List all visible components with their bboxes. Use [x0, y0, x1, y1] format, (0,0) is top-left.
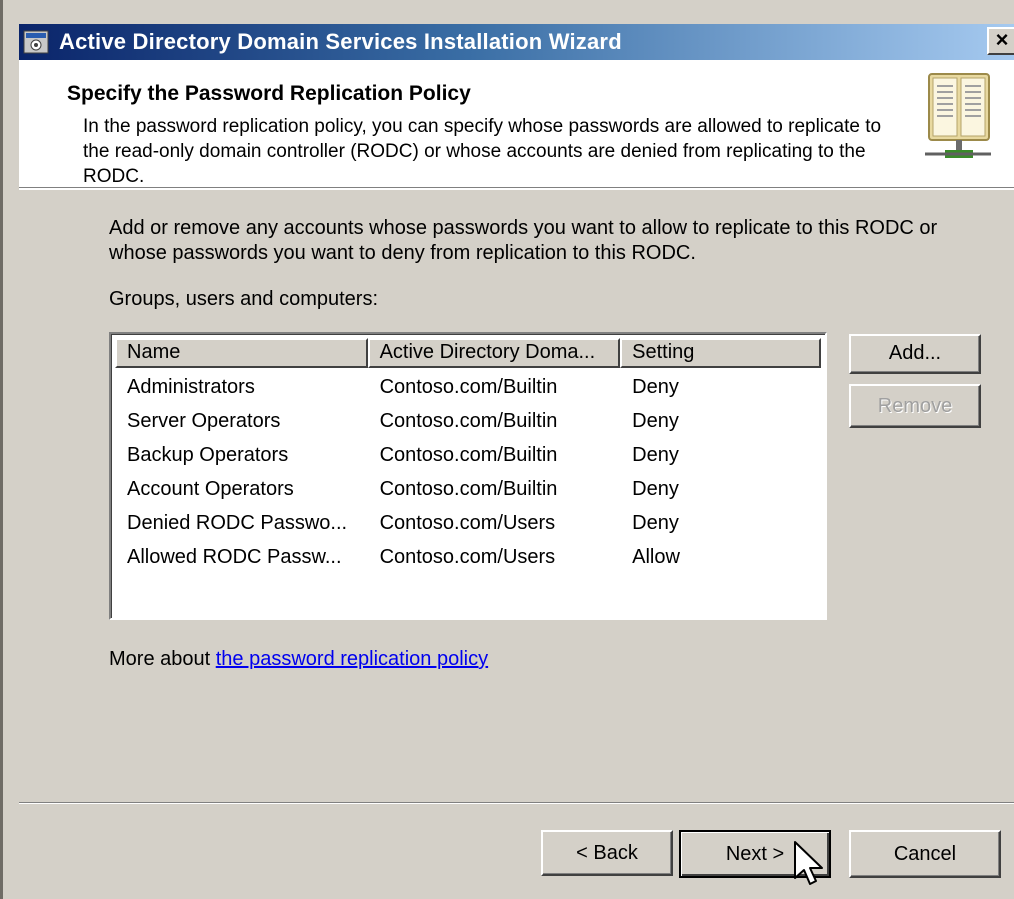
page-description: In the password replication policy, you … [83, 116, 882, 187]
book-icon [925, 73, 991, 158]
page-title: Specify the Password Replication Policy [67, 82, 471, 105]
password-policy-link[interactable]: the password replication policy [216, 648, 488, 670]
more-about-text: More about the password replication poli… [109, 648, 488, 671]
item-name: Account Operators [127, 478, 294, 500]
close-icon: × [995, 27, 1009, 52]
back-button[interactable]: < Back [541, 830, 673, 876]
item-domain: Contoso.com/Builtin [379, 376, 558, 398]
column-header-name[interactable]: Name [115, 338, 368, 368]
item-name: Administrators [127, 376, 255, 398]
list-rows: Administrators Contoso.com/Builtin Deny … [115, 370, 821, 574]
close-button[interactable]: × [987, 27, 1014, 55]
title-bar[interactable]: Active Directory Domain Services Install… [19, 24, 1014, 60]
list-item[interactable]: Backup Operators Contoso.com/Builtin Den… [115, 438, 821, 472]
groups-label: Groups, users and computers: [109, 288, 379, 310]
footer-divider [19, 802, 1014, 804]
item-name: Denied RODC Passwo... [127, 512, 348, 534]
item-name: Backup Operators [127, 444, 289, 466]
instructions-text: Add or remove any accounts whose passwor… [109, 217, 938, 264]
item-setting: Deny [632, 410, 679, 432]
wizard-window: Active Directory Domain Services Install… [0, 0, 1014, 899]
item-setting: Deny [632, 512, 679, 534]
wizard-app-icon [23, 30, 49, 54]
column-header-domain[interactable]: Active Directory Doma... [367, 338, 621, 368]
wizard-header: Specify the Password Replication Policy … [19, 60, 1014, 190]
list-header: Name Active Directory Doma... Setting [115, 338, 821, 368]
item-domain: Contoso.com/Builtin [379, 444, 558, 466]
accounts-list[interactable]: Name Active Directory Doma... Setting Ad… [109, 332, 827, 620]
add-button[interactable]: Add... [849, 334, 981, 374]
item-setting: Deny [632, 376, 679, 398]
list-item[interactable]: Allowed RODC Passw... Contoso.com/Users … [115, 540, 821, 574]
item-setting: Allow [632, 546, 680, 568]
item-domain: Contoso.com/Users [379, 546, 556, 568]
remove-button[interactable]: Remove [849, 384, 981, 428]
item-domain: Contoso.com/Users [379, 512, 556, 534]
list-item[interactable]: Denied RODC Passwo... Contoso.com/Users … [115, 506, 821, 540]
column-header-setting[interactable]: Setting [620, 338, 821, 368]
item-name: Server Operators [127, 410, 281, 432]
cancel-button[interactable]: Cancel [849, 830, 1001, 878]
more-about-prefix: More about [109, 648, 216, 670]
item-domain: Contoso.com/Builtin [379, 410, 558, 432]
item-domain: Contoso.com/Builtin [379, 478, 558, 500]
mouse-pointer-icon [794, 841, 823, 885]
item-setting: Deny [632, 478, 679, 500]
window-title: Active Directory Domain Services Install… [59, 29, 622, 54]
item-name: Allowed RODC Passw... [127, 546, 342, 568]
list-item[interactable]: Server Operators Contoso.com/Builtin Den… [115, 404, 821, 438]
list-item[interactable]: Account Operators Contoso.com/Builtin De… [115, 472, 821, 506]
list-item[interactable]: Administrators Contoso.com/Builtin Deny [115, 370, 821, 404]
item-setting: Deny [632, 444, 679, 466]
